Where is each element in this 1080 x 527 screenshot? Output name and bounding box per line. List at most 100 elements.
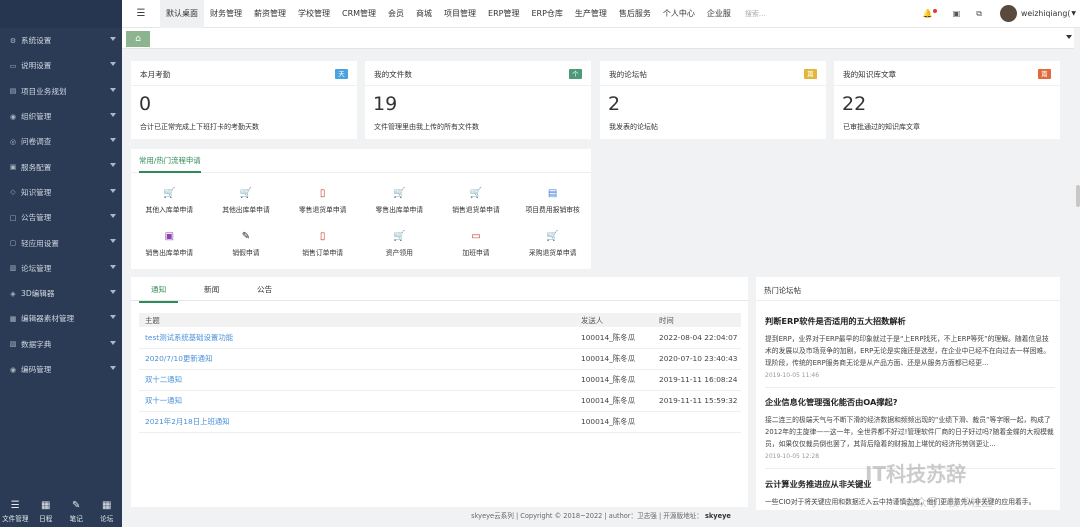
- cart-black-icon: 🛒: [393, 230, 406, 242]
- sidebar-item[interactable]: ▣ 服务配置: [0, 154, 122, 179]
- notice-sender: 100014_陈冬瓜: [575, 390, 653, 412]
- module-tab[interactable]: 薪资管理: [248, 0, 292, 28]
- flow-shortcut[interactable]: 🛒 资产领用: [361, 222, 438, 265]
- sidebar-item[interactable]: ▧ 数据字典: [0, 332, 122, 357]
- forum-post[interactable]: 判断ERP软件是否适用的五大招数解析 提到ERP，业界对于ERP最早的印象就过于…: [765, 315, 1055, 379]
- sidebar-item[interactable]: ▭ 说明设置: [0, 53, 122, 78]
- module-tab[interactable]: ERP管理: [482, 0, 525, 28]
- stat-card[interactable]: 我的论坛帖 篇 2 我发表的论坛帖: [600, 61, 826, 139]
- stat-description: 我发表的论坛帖: [609, 123, 658, 131]
- bottom-tool-button[interactable]: ✎ 笔记: [61, 495, 92, 527]
- flow-shortcut[interactable]: ▯ 销售订单申请: [284, 222, 361, 265]
- flow-shortcut[interactable]: 🛒 采购退货单申请: [514, 222, 591, 265]
- flow-shortcut[interactable]: ▣ 销售出库单申请: [131, 222, 208, 265]
- module-tab[interactable]: 项目管理: [438, 0, 482, 28]
- flow-shortcut[interactable]: 🛒 其他入库单申请: [131, 179, 208, 222]
- watermark-subtitle: 公众号 · 技术社区: [905, 496, 993, 509]
- sidebar-item[interactable]: ▦ 编辑器素材管理: [0, 306, 122, 331]
- table-row[interactable]: 双十一通知 100014_陈冬瓜 2019-11-11 15:59:32: [139, 390, 741, 412]
- sidebar-item[interactable]: ▢ 轻应用设置: [0, 230, 122, 255]
- table-row[interactable]: 2021年2月18日上班通知 100014_陈冬瓜: [139, 411, 741, 433]
- window-icon[interactable]: ⧉: [976, 9, 982, 19]
- module-tab[interactable]: 售后服务: [613, 0, 657, 28]
- module-tab[interactable]: 会员: [382, 0, 410, 28]
- cart-pink-icon: 🛒: [469, 187, 483, 199]
- sidebar-item-label: 公告管理: [21, 213, 52, 223]
- sidebar-item[interactable]: □ 公告管理: [0, 205, 122, 230]
- sidebar-item[interactable]: ◇ 知识管理: [0, 180, 122, 205]
- tab-news[interactable]: 新闻: [204, 284, 219, 295]
- notice-subject-link[interactable]: 双十二通知: [139, 369, 575, 391]
- chevron-down-icon: [110, 188, 116, 193]
- sidebar-item-label: 说明设置: [21, 61, 52, 71]
- forum-icon: ▦: [102, 499, 112, 511]
- post-title[interactable]: 判断ERP软件是否适用的五大招数解析: [765, 315, 1055, 327]
- stat-title: 我的文件数: [374, 70, 412, 79]
- table-row[interactable]: 双十二通知 100014_陈冬瓜 2019-11-11 16:08:24: [139, 369, 741, 391]
- sidebar-item[interactable]: ▤ 项目业务规划: [0, 79, 122, 104]
- chevron-down-icon: [110, 214, 116, 219]
- flow-shortcut[interactable]: ▤ 项目费用报销审核: [514, 179, 591, 222]
- post-title[interactable]: 企业信息化管理强化能否由OA撑起?: [765, 396, 1055, 408]
- forum-post[interactable]: 企业信息化管理强化能否由OA撑起? 接二连三的极端天气与不断下滑的经济数据和频频…: [765, 396, 1055, 460]
- sidebar-item[interactable]: ◉ 编码管理: [0, 357, 122, 382]
- flow-shortcut[interactable]: ▯ 零售退货单申请: [284, 179, 361, 222]
- flow-shortcut[interactable]: 🛒 零售出库单申请: [361, 179, 438, 222]
- stat-card[interactable]: 我的文件数 个 19 文件管理里由我上传的所有文件数: [365, 61, 591, 139]
- tab-announcement[interactable]: 公告: [257, 284, 272, 295]
- sidebar-item[interactable]: ◎ 问卷调查: [0, 129, 122, 154]
- stat-card[interactable]: 本月考勤 天 0 合计已正常完成上下班打卡的考勤天数: [131, 61, 357, 139]
- footer-brand-link[interactable]: skyeye: [705, 512, 731, 520]
- module-tab[interactable]: ERP仓库: [525, 0, 568, 28]
- stat-unit-badge: 天: [335, 69, 348, 79]
- module-tab[interactable]: 个人中心: [657, 0, 701, 28]
- notice-subject-link[interactable]: test测试系统基础设置功能: [139, 327, 575, 349]
- chevron-down-icon: [110, 87, 116, 92]
- flow-label: 其他入库单申请: [145, 205, 194, 214]
- screen-icon[interactable]: ▣: [953, 9, 961, 18]
- flow-shortcut[interactable]: 🛒 销售退货单申请: [438, 179, 515, 222]
- footer-text: skyeye云系列 | Copyright © 2018~2022 | auth…: [471, 512, 703, 520]
- bell-icon[interactable]: 🔔: [923, 9, 937, 18]
- user-dropdown-icon[interactable]: ▼: [1071, 10, 1076, 17]
- flow-shortcut[interactable]: 🛒 其他出库单申请: [208, 179, 285, 222]
- module-tab[interactable]: 商城: [410, 0, 438, 28]
- chevron-down-icon: [110, 163, 116, 168]
- stat-unit-badge: 个: [569, 69, 582, 79]
- sidebar-item[interactable]: ▥ 论坛管理: [0, 256, 122, 281]
- bottom-tool-button[interactable]: ☰ 文件管理: [0, 495, 31, 527]
- tab-notice[interactable]: 通知: [139, 284, 179, 303]
- home-tab-icon[interactable]: ⌂: [126, 31, 150, 47]
- purchase-return-icon: 🛒: [546, 230, 559, 242]
- sidebar-item[interactable]: ⚙ 系统设置: [0, 28, 122, 53]
- expense-icon: ▤: [547, 187, 558, 199]
- table-row[interactable]: 2020/7/10更新通知 100014_陈冬瓜 2020-07-10 23:40:…: [139, 348, 741, 370]
- menu-toggle-icon[interactable]: ☰: [122, 8, 160, 19]
- sidebar-item-label: 服务配置: [21, 162, 52, 172]
- avatar[interactable]: [1000, 5, 1017, 22]
- username[interactable]: weizhiqiang(: [1021, 9, 1070, 18]
- search-input[interactable]: 搜索...: [745, 9, 831, 19]
- stat-card[interactable]: 我的知识库文章 篇 22 已审批通过的知识库文章: [834, 61, 1060, 139]
- tab-menu-dropdown-icon[interactable]: [1066, 35, 1072, 39]
- module-tab[interactable]: 学校管理: [292, 0, 336, 28]
- sidebar-item[interactable]: ◈ 3D编辑器: [0, 281, 122, 306]
- page-tab-bar: ⌂: [122, 28, 1074, 49]
- stat-description: 已审批通过的知识库文章: [843, 123, 920, 131]
- module-tab[interactable]: 生产管理: [569, 0, 613, 28]
- notice-subject-link[interactable]: 双十一通知: [139, 390, 575, 412]
- table-row[interactable]: test测试系统基础设置功能 100014_陈冬瓜 2022-08-04 22:04…: [139, 327, 741, 349]
- flow-grid: 🛒 其他入库单申请 🛒 其他出库单申请 ▯ 零售退货单申请 🛒 零售出库单申请 🛒 销售退货单申请…: [131, 173, 591, 265]
- flow-shortcut[interactable]: ▭ 加班申请: [438, 222, 515, 265]
- bottom-tool-button[interactable]: ▦ 论坛: [92, 495, 123, 527]
- sidebar-item[interactable]: ◉ 组织管理: [0, 104, 122, 129]
- notice-subject-link[interactable]: 2020/7/10更新通知: [139, 348, 575, 370]
- bottom-tool-button[interactable]: ▦ 日程: [31, 495, 62, 527]
- module-tab[interactable]: 财务管理: [204, 0, 248, 28]
- flow-shortcut[interactable]: ✎ 销假申请: [208, 222, 285, 265]
- page-scrollbar[interactable]: [1076, 185, 1080, 207]
- module-tab[interactable]: CRM管理: [336, 0, 382, 28]
- module-tab[interactable]: 默认桌面: [160, 0, 204, 28]
- notice-subject-link[interactable]: 2021年2月18日上班通知: [139, 411, 575, 433]
- module-tab[interactable]: 企业服: [701, 0, 737, 28]
